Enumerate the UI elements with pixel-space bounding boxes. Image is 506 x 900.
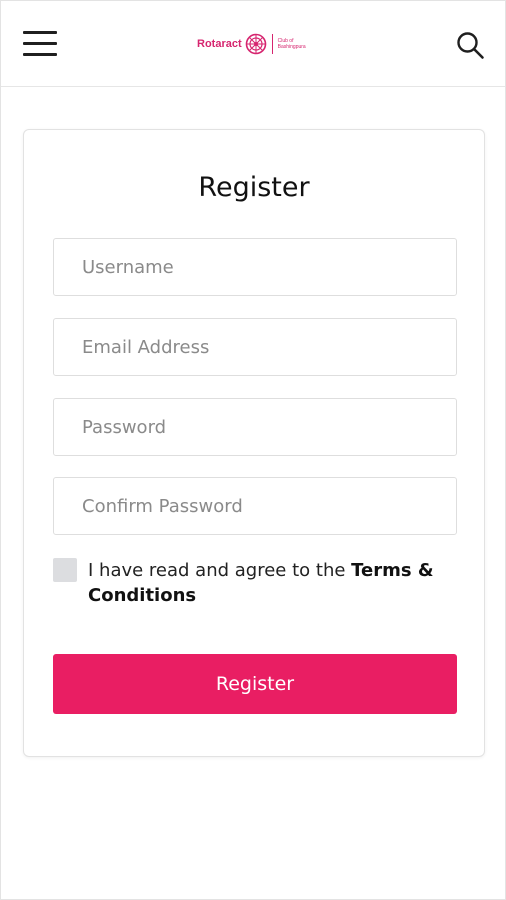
username-input[interactable]: [53, 238, 457, 296]
terms-checkbox[interactable]: [53, 558, 77, 582]
search-icon-graphic: [457, 32, 484, 59]
top-header: Rotaract Club of Bashingpura: [1, 1, 505, 87]
rotaract-logo[interactable]: Rotaract Club of Bashingpura: [197, 32, 306, 56]
app-frame: Rotaract Club of Bashingpura Register Us…: [0, 0, 506, 900]
logo-club-name: Club of Bashingpura: [278, 38, 306, 50]
password-input[interactable]: [53, 398, 457, 456]
logo-divider: [271, 34, 273, 54]
register-button[interactable]: Register: [53, 654, 457, 714]
email-input[interactable]: [53, 318, 457, 376]
logo-club-line2: Bashingpura: [277, 44, 306, 50]
register-card: Register I have read and agree to the Te…: [23, 129, 485, 757]
menu-line: [23, 42, 57, 45]
menu-line: [23, 53, 57, 56]
terms-agreement-text: I have read and agree to the Terms & Con…: [88, 558, 453, 608]
menu-line: [23, 31, 57, 34]
confirm-password-input[interactable]: [53, 477, 457, 535]
hamburger-menu-icon[interactable]: [23, 31, 59, 57]
page-title: Register: [198, 172, 310, 203]
rotary-wheel-icon: [245, 33, 266, 55]
logo-wordmark: Rotaract: [197, 38, 242, 50]
terms-agreement-label: I have read and agree to the: [88, 560, 352, 581]
search-icon[interactable]: [455, 30, 485, 60]
terms-agreement-row: I have read and agree to the Terms & Con…: [53, 558, 453, 608]
